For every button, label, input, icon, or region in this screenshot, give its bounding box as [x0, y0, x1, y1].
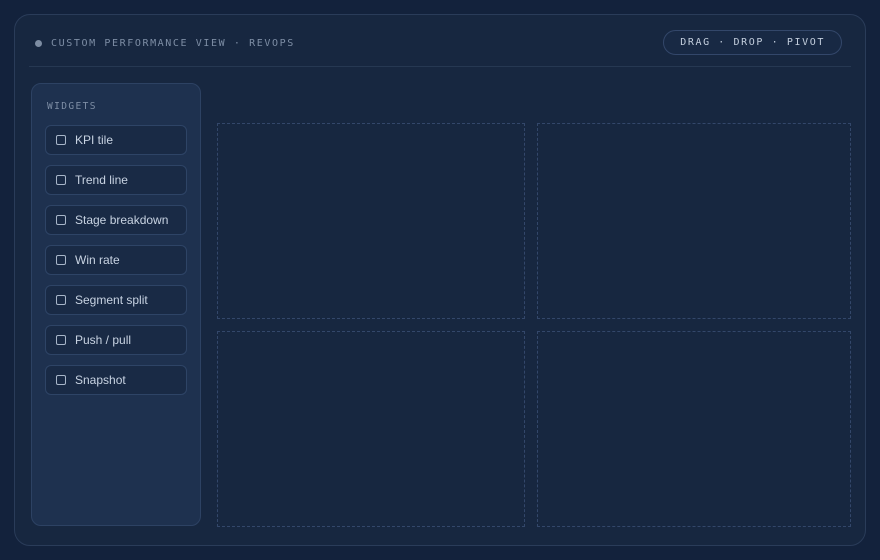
widget-item-label: Snapshot	[75, 373, 126, 387]
square-icon	[56, 215, 66, 225]
drop-zone-bottom-right[interactable]	[537, 331, 851, 527]
page-title-group: CUSTOM PERFORMANCE VIEW · REVOPS	[35, 36, 295, 50]
square-icon	[56, 135, 66, 145]
header-bar: CUSTOM PERFORMANCE VIEW · REVOPS DRAG · …	[15, 15, 865, 67]
widget-item-label: Stage breakdown	[75, 213, 169, 227]
drop-zone-top-left[interactable]	[217, 123, 525, 319]
status-dot-icon	[35, 39, 42, 47]
widget-item-push-pull[interactable]: Push / pull	[45, 325, 187, 355]
drop-zone-top-right[interactable]	[537, 123, 851, 319]
widget-item-label: KPI tile	[75, 133, 114, 147]
widget-item-snapshot[interactable]: Snapshot	[45, 365, 187, 395]
square-icon	[56, 255, 66, 265]
widget-palette: WIDGETS KPI tile Trend line Stage breakd…	[31, 83, 201, 526]
widget-palette-heading: WIDGETS	[47, 101, 97, 112]
widget-item-label: Trend line	[75, 173, 128, 187]
square-icon	[56, 175, 66, 185]
widget-item-kpi-tile[interactable]: KPI tile	[45, 125, 187, 155]
widget-item-label: Push / pull	[75, 333, 132, 347]
widget-item-trend-line[interactable]: Trend line	[45, 165, 187, 195]
square-icon	[56, 335, 66, 345]
page-title: CUSTOM PERFORMANCE VIEW · REVOPS	[51, 37, 295, 49]
widget-list: KPI tile Trend line Stage breakdown Win …	[45, 125, 187, 405]
widget-item-label: Win rate	[75, 253, 120, 267]
mode-badge: DRAG · DROP · PIVOT	[663, 30, 842, 55]
widget-item-stage-breakdown[interactable]: Stage breakdown	[45, 205, 187, 235]
widget-item-label: Segment split	[75, 293, 148, 307]
header-divider	[29, 66, 851, 67]
drop-zone-bottom-left[interactable]	[217, 331, 525, 527]
square-icon	[56, 295, 66, 305]
dashboard-builder-panel: CUSTOM PERFORMANCE VIEW · REVOPS DRAG · …	[14, 14, 866, 546]
widget-item-win-rate[interactable]: Win rate	[45, 245, 187, 275]
square-icon	[56, 375, 66, 385]
widget-item-segment-split[interactable]: Segment split	[45, 285, 187, 315]
